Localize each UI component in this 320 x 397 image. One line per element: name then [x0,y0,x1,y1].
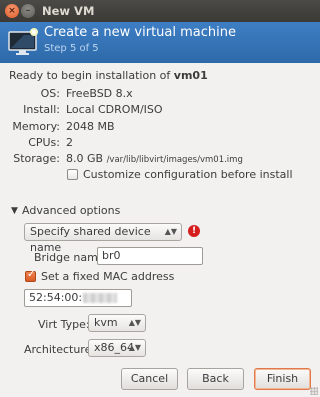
memory-label: Memory: [12,120,60,133]
warning-icon: ! [188,225,200,237]
combo-arrow-icon: ▲▼ [128,343,141,352]
advanced-options-expander[interactable]: Advanced options [22,204,120,217]
mac-address-input[interactable]: 52:54:00: [24,289,132,307]
wizard-header: Create a new virtual machine Step 5 of 5 [0,22,320,63]
expander-arrow-icon[interactable]: ▼ [11,206,18,216]
wizard-step: Step 5 of 5 [44,43,99,54]
ready-prefix: Ready to begin installation of [9,69,174,82]
architecture-combo[interactable]: x86_64 ▲▼ [88,339,146,357]
cpus-value: 2 [66,136,73,149]
install-value: Local CDROM/ISO [66,103,163,116]
title-bar: × – New VM [0,0,320,22]
monitor-icon [8,28,38,55]
combo-arrow-icon: ▲▼ [164,227,177,236]
storage-value: 8.0 GB /var/lib/libvirt/images/vm01.img [66,152,243,165]
virt-type-value: kvm [94,316,118,329]
minimize-icon[interactable]: – [21,4,35,18]
virt-type-label: Virt Type: [38,318,90,331]
back-button[interactable]: Back [187,368,244,390]
os-value: FreeBSD 8.x [66,87,133,100]
memory-value: 2048 MB [66,120,115,133]
fixed-mac-label[interactable]: Set a fixed MAC address [41,270,174,283]
install-label: Install: [23,103,60,116]
window-title: New VM [42,4,95,18]
cancel-button[interactable]: Cancel [121,368,178,390]
virt-type-combo[interactable]: kvm ▲▼ [88,314,146,332]
close-icon[interactable]: × [5,4,19,18]
mac-redacted [83,293,118,303]
finish-button[interactable]: Finish [254,368,311,390]
cpus-label: CPUs: [28,136,60,149]
storage-path: /var/lib/libvirt/images/vm01.img [106,155,243,165]
combo-arrow-icon: ▲▼ [128,318,141,327]
resize-grip-icon[interactable] [310,387,318,395]
bridge-name-input[interactable]: br0 [97,247,203,265]
os-label: OS: [40,87,60,100]
ready-text: Ready to begin installation of vm01 [9,69,208,82]
vm-name: vm01 [173,69,208,82]
wizard-title: Create a new virtual machine [44,25,236,40]
storage-size: 8.0 GB [66,152,104,165]
fixed-mac-checkbox[interactable] [25,269,36,282]
customize-checkbox[interactable] [67,169,78,180]
device-combo[interactable]: Specify shared device name ▲▼ [24,223,182,254]
architecture-label: Architecture: [24,343,96,356]
customize-label[interactable]: Customize configuration before install [83,168,293,181]
mac-address-value: 52:54:00: [29,291,83,304]
storage-label: Storage: [13,152,60,165]
